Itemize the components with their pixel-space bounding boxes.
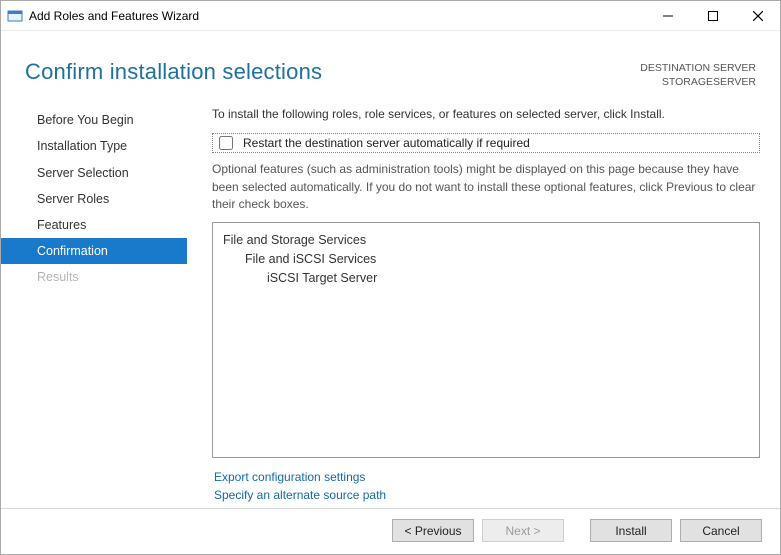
sidebar: Before You Begin Installation Type Serve…: [1, 103, 187, 508]
content: To install the following roles, role ser…: [187, 103, 760, 508]
list-item: iSCSI Target Server: [267, 269, 749, 288]
cancel-button[interactable]: Cancel: [680, 519, 762, 542]
sidebar-item-features[interactable]: Features: [1, 212, 187, 238]
links: Export configuration settings Specify an…: [212, 458, 760, 508]
optional-note: Optional features (such as administratio…: [212, 161, 760, 213]
sidebar-item-installation-type[interactable]: Installation Type: [1, 133, 187, 159]
destination-server: STORAGESERVER: [640, 75, 756, 89]
sidebar-item-server-roles[interactable]: Server Roles: [1, 186, 187, 212]
main: Before You Begin Installation Type Serve…: [1, 103, 780, 508]
window-title: Add Roles and Features Wizard: [29, 9, 199, 23]
previous-button[interactable]: < Previous: [392, 519, 474, 542]
header: Confirm installation selections DESTINAT…: [1, 31, 780, 103]
maximize-button[interactable]: [690, 1, 735, 31]
footer: < Previous Next > Install Cancel: [1, 508, 780, 554]
install-button[interactable]: Install: [590, 519, 672, 542]
app-icon: [7, 8, 23, 24]
next-button: Next >: [482, 519, 564, 542]
close-button[interactable]: [735, 1, 780, 31]
sidebar-item-confirmation[interactable]: Confirmation: [1, 238, 187, 264]
destination-label: DESTINATION SERVER: [640, 61, 756, 75]
sidebar-item-before-you-begin[interactable]: Before You Begin: [1, 107, 187, 133]
restart-checkbox-label: Restart the destination server automatic…: [243, 136, 530, 150]
restart-checkbox-row[interactable]: Restart the destination server automatic…: [212, 133, 760, 153]
selections-listbox: File and Storage Services File and iSCSI…: [212, 222, 760, 458]
page-title: Confirm installation selections: [25, 59, 322, 85]
list-item: File and iSCSI Services: [245, 250, 749, 269]
sidebar-item-results: Results: [1, 264, 187, 290]
destination-info: DESTINATION SERVER STORAGESERVER: [640, 59, 756, 89]
sidebar-item-server-selection[interactable]: Server Selection: [1, 160, 187, 186]
list-item: File and Storage Services: [223, 231, 749, 250]
intro-text: To install the following roles, role ser…: [212, 107, 760, 121]
restart-checkbox[interactable]: [219, 136, 233, 150]
export-config-link[interactable]: Export configuration settings: [214, 468, 760, 486]
titlebar: Add Roles and Features Wizard: [1, 1, 780, 31]
alternate-source-link[interactable]: Specify an alternate source path: [214, 486, 760, 504]
minimize-button[interactable]: [645, 1, 690, 31]
